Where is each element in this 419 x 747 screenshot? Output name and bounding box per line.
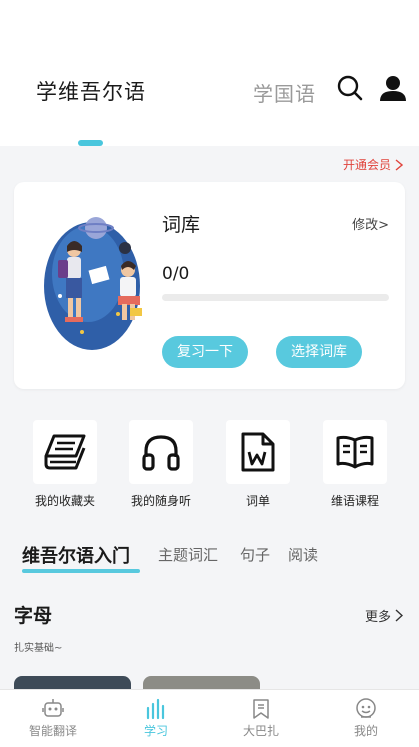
wordlist-shortcut[interactable]: 词单: [210, 420, 306, 509]
bottom-nav: 智能翻译 学习 大巴扎 我的: [0, 689, 419, 747]
open-book-icon: [323, 420, 387, 484]
vocab-card: 词库 修改> 0/0 复习一下 选择词库: [14, 182, 405, 389]
search-icon[interactable]: [336, 74, 364, 102]
more-label: 更多: [364, 610, 391, 625]
favorites-shortcut[interactable]: 我的收藏夹: [17, 420, 113, 509]
subtab-indicator: [22, 569, 140, 573]
subtab-reading[interactable]: 阅读: [288, 544, 318, 565]
tab-indicator: [78, 140, 103, 146]
subtab-sentences[interactable]: 句子: [240, 544, 270, 565]
review-button[interactable]: 复习一下: [162, 336, 248, 368]
subtab-topic-words[interactable]: 主题词汇: [158, 544, 218, 565]
subtab-intro[interactable]: 维吾尔语入门: [22, 542, 130, 568]
shortcut-label: 我的随身听: [130, 494, 191, 508]
word-file-icon: [226, 420, 290, 484]
top-header: 学维吾尔语 学国语: [0, 0, 419, 146]
user-icon[interactable]: [379, 74, 407, 102]
shortcut-label: 维语课程: [330, 494, 379, 508]
nav-bazaar[interactable]: 大巴扎: [216, 698, 306, 739]
nav-mine[interactable]: 我的: [321, 698, 411, 739]
nav-label: 学习: [143, 724, 168, 738]
vip-link[interactable]: 开通会员: [343, 156, 403, 173]
chevron-right-icon: [395, 158, 403, 171]
vip-label: 开通会员: [342, 158, 391, 172]
shortcut-grid: 我的收藏夹 我的随身听 词单 维语课程: [0, 420, 419, 510]
shortcut-label: 我的收藏夹: [34, 494, 95, 508]
bookmark-icon: [250, 698, 272, 720]
bars-icon: [145, 698, 167, 720]
section-title: 字母: [14, 605, 53, 627]
tab-learn-mandarin[interactable]: 学国语: [253, 78, 316, 107]
nav-label: 我的: [353, 724, 378, 738]
nav-label: 智能翻译: [28, 724, 77, 738]
book-stack-icon: [33, 420, 97, 484]
select-vocab-button[interactable]: 选择词库: [276, 336, 362, 368]
shortcut-label: 词单: [245, 494, 270, 508]
listen-shortcut[interactable]: 我的随身听: [113, 420, 209, 509]
robot-icon: [42, 698, 64, 720]
nav-translate[interactable]: 智能翻译: [8, 698, 98, 739]
study-illustration: [30, 204, 148, 354]
edit-vocab-link[interactable]: 修改>: [352, 214, 389, 233]
chevron-right-icon: [395, 609, 403, 622]
nav-study[interactable]: 学习: [111, 698, 201, 739]
smiley-icon: [355, 698, 377, 720]
progress-count: 0/0: [162, 264, 190, 284]
course-shortcut[interactable]: 维语课程: [307, 420, 403, 509]
more-link[interactable]: 更多: [365, 606, 403, 625]
progress-bar: [162, 294, 389, 301]
section-subtitle: 扎实基础~: [14, 643, 63, 654]
tab-learn-uyghur[interactable]: 学维吾尔语: [36, 76, 146, 106]
vocab-title: 词库: [162, 214, 201, 236]
nav-label: 大巴扎: [242, 724, 279, 738]
headphones-icon: [129, 420, 193, 484]
